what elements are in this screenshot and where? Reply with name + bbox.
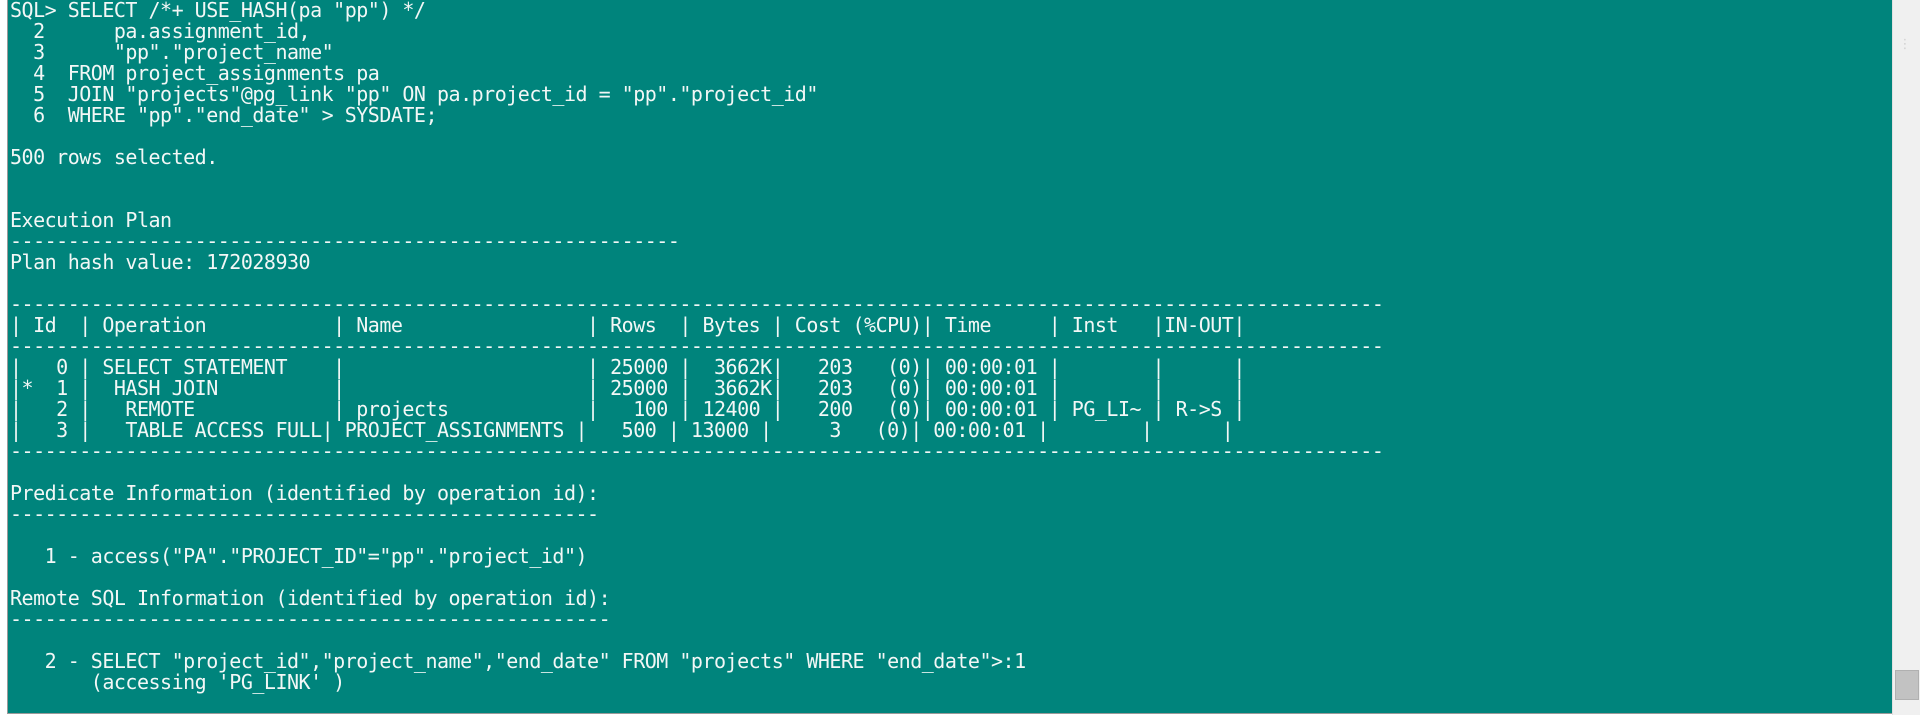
console-line-23: [10, 462, 1383, 483]
console-line-4: 4 FROM project_assignments pa: [10, 61, 380, 85]
console-line-21: | 3 | TABLE ACCESS FULL| PROJECT_ASSIGNM…: [10, 418, 1234, 442]
console-line-25: ----------------------------------------…: [10, 502, 599, 526]
console-line-10: [10, 189, 1383, 210]
scrollbar-track[interactable]: [1893, 0, 1920, 715]
console-line-8: 500 rows selected.: [10, 145, 218, 169]
console-line-30: ----------------------------------------…: [10, 607, 611, 631]
console-line-5: 5 JOIN "projects"@pg_link "pp" ON pa.pro…: [10, 82, 818, 106]
vertical-scrollbar[interactable]: [1892, 0, 1920, 715]
console-line-9: [10, 168, 1383, 189]
console-line-29: Remote SQL Information (identified by op…: [10, 586, 611, 610]
console-line-13: Plan hash value: 172028930: [10, 250, 311, 274]
console-output: SQL> SELECT /*+ USE_HASH(pa "pp") */ 2 p…: [10, 0, 1384, 694]
console-line-1: SQL> SELECT /*+ USE_HASH(pa "pp") */: [10, 0, 426, 22]
console-line-27: 1 - access("PA"."PROJECT_ID"="pp"."proje…: [10, 544, 588, 568]
scrollbar-thumb[interactable]: [1895, 670, 1919, 700]
console-line-14: [10, 273, 1383, 294]
console-line-15: ----------------------------------------…: [10, 292, 1384, 316]
console-line-31: [10, 630, 1383, 651]
console-area[interactable]: SQL> SELECT /*+ USE_HASH(pa "pp") */ 2 p…: [7, 0, 1892, 714]
console-line-26: [10, 525, 1383, 546]
console-line-18: | 0 | SELECT STATEMENT | | 25000 | 3662K…: [10, 355, 1245, 379]
console-line-11: Execution Plan: [10, 208, 172, 232]
resize-icon: ⋮: [1898, 37, 1912, 52]
console-line-7: [10, 126, 1383, 147]
console-line-24: Predicate Information (identified by ope…: [10, 481, 599, 505]
console-line-6: 6 WHERE "pp"."end_date" > SYSDATE;: [10, 103, 438, 127]
console-line-17: ----------------------------------------…: [10, 334, 1384, 358]
console-line-33: (accessing 'PG_LINK' ): [10, 670, 345, 694]
sqlplus-window: SQL> SELECT /*+ USE_HASH(pa "pp") */ 2 p…: [0, 0, 1920, 715]
console-line-32: 2 - SELECT "project_id","project_name","…: [10, 649, 1027, 673]
console-line-2: 2 pa.assignment_id,: [10, 19, 311, 43]
console-line-22: ----------------------------------------…: [10, 439, 1384, 463]
console-line-20: | 2 | REMOTE | projects | 100 | 12400 | …: [10, 397, 1245, 421]
console-line-3: 3 "pp"."project_name": [10, 40, 334, 64]
console-line-19: |* 1 | HASH JOIN | | 25000 | 3662K| 203 …: [10, 376, 1245, 400]
console-line-12: ----------------------------------------…: [10, 229, 680, 253]
console-line-28: [10, 567, 1383, 588]
console-line-16: | Id | Operation | Name | Rows | Bytes |…: [10, 313, 1245, 337]
